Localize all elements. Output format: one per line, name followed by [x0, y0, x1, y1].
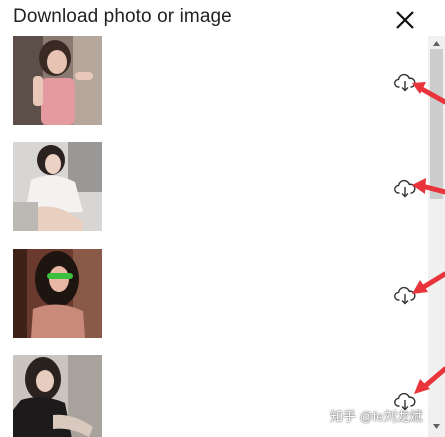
download-button-1[interactable]: [393, 70, 417, 94]
list-item: [0, 249, 428, 339]
scroll-up-arrow-icon[interactable]: [432, 39, 441, 48]
photo-thumbnail-1[interactable]: [13, 36, 102, 125]
download-dialog: Download photo or image 知乎 @fe刘龙斌: [0, 0, 445, 437]
image-list: [0, 36, 428, 437]
photo-thumbnail-2[interactable]: [13, 142, 102, 231]
cloud-download-icon: [394, 286, 416, 305]
photo-thumbnail-3[interactable]: [13, 249, 102, 338]
scroll-down-arrow-icon[interactable]: [432, 422, 441, 431]
list-item: [0, 142, 428, 232]
list-item: [0, 36, 428, 126]
watermark: 知乎 @fe刘龙斌: [330, 409, 423, 424]
cloud-download-icon: [394, 179, 416, 198]
close-icon: [396, 11, 414, 29]
vertical-scrollbar[interactable]: [428, 36, 445, 437]
cloud-download-icon: [394, 73, 416, 92]
scrollbar-thumb[interactable]: [430, 49, 443, 199]
download-button-3[interactable]: [393, 283, 417, 307]
photo-thumbnail-4[interactable]: [13, 355, 102, 437]
close-button[interactable]: [392, 7, 418, 33]
dialog-title: Download photo or image: [13, 6, 232, 27]
download-button-2[interactable]: [393, 176, 417, 200]
